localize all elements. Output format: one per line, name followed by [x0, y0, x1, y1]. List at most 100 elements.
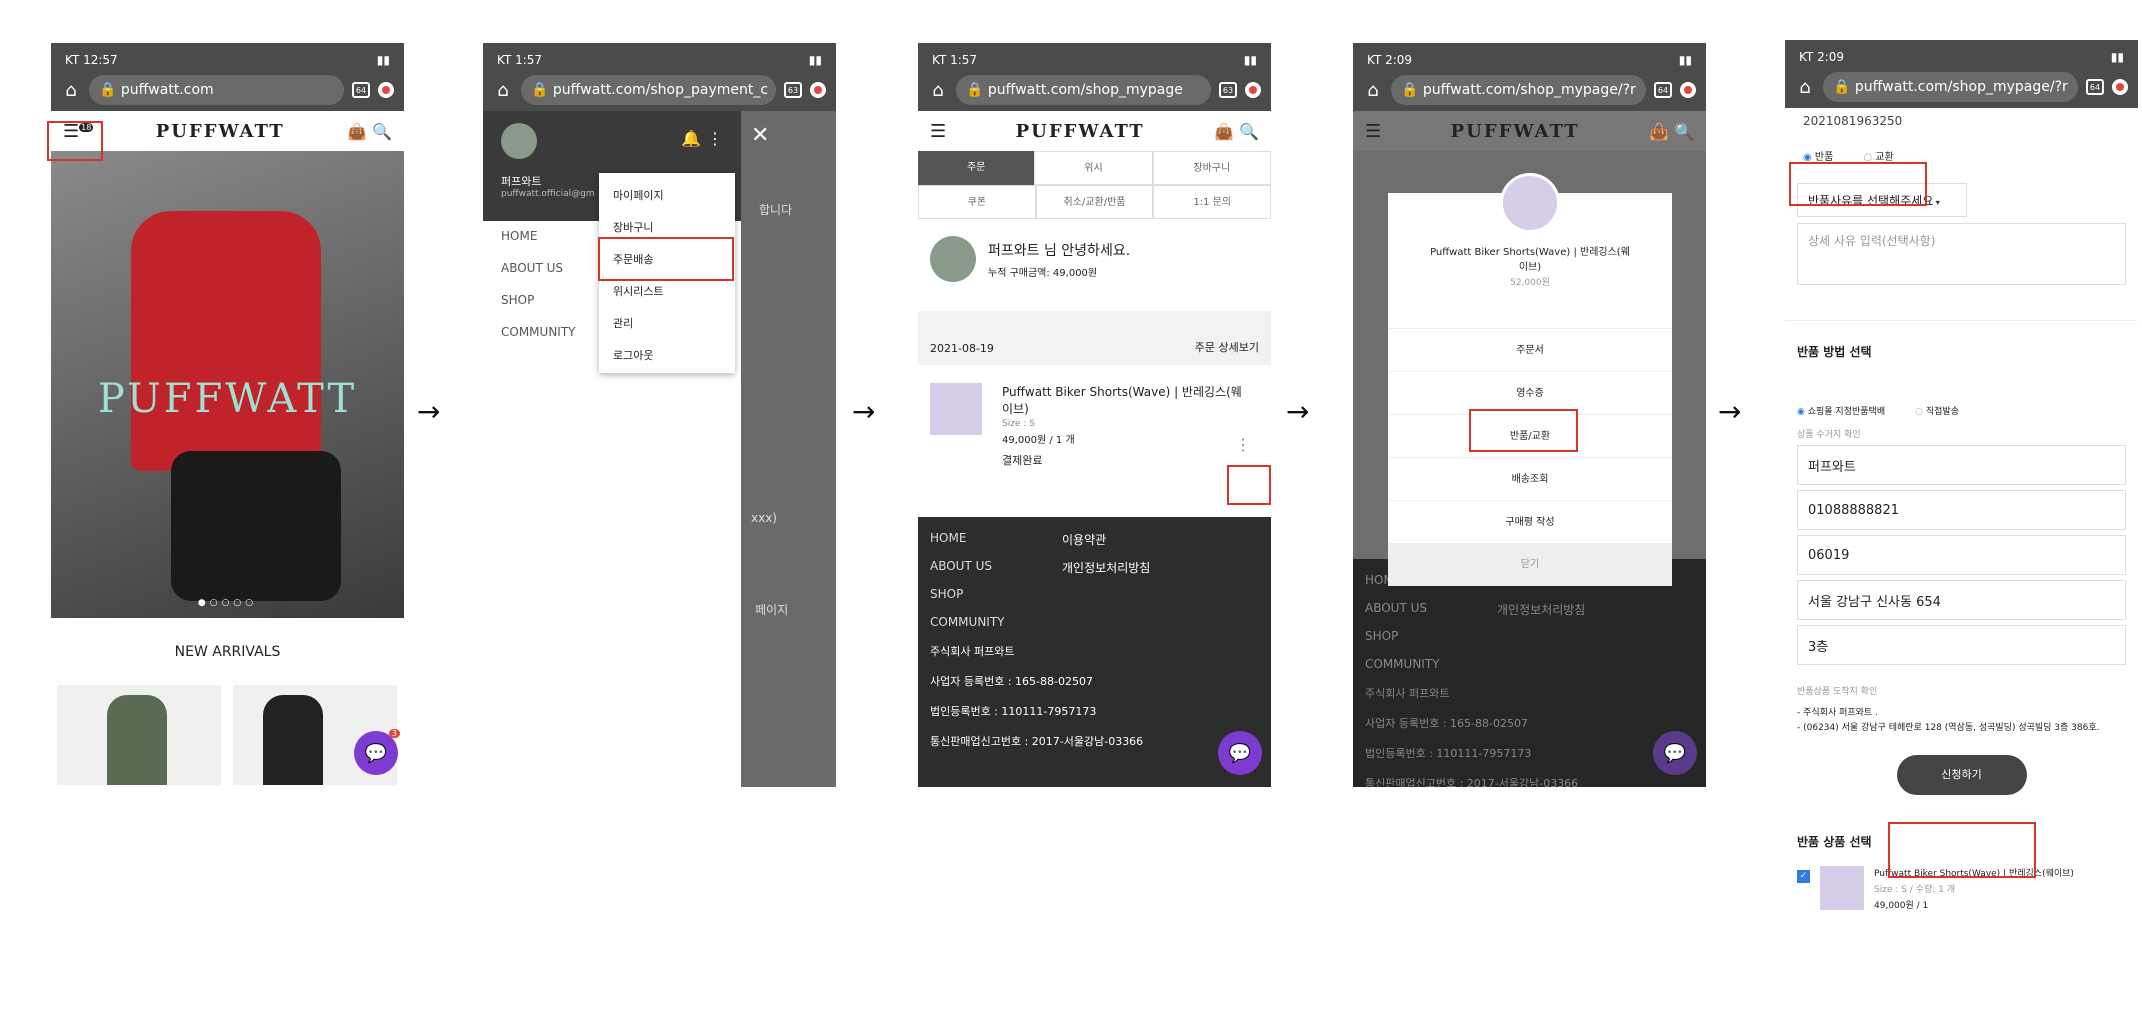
tabs-count[interactable]: 64: [1654, 82, 1672, 98]
footer-community[interactable]: COMMUNITY: [1365, 657, 1694, 671]
biz-number: 사업자 등록번호 : 165-88-02507: [1365, 717, 1528, 730]
product-thumb: [1820, 866, 1864, 910]
product-thumb[interactable]: [57, 685, 221, 785]
home-icon[interactable]: ⌂: [928, 80, 948, 101]
home-icon[interactable]: ⌂: [61, 80, 81, 101]
bag-and-search-icons[interactable]: 👜 🔍: [1649, 122, 1694, 141]
logo[interactable]: PUFFWATT: [1016, 121, 1145, 142]
destination-company: - 주식회사 퍼프와트 .: [1797, 708, 1878, 718]
pickup-phone-field[interactable]: 01088888821: [1797, 490, 2126, 530]
pickup-zip-field[interactable]: 06019: [1797, 535, 2126, 575]
tab-coupon[interactable]: 쿠폰: [918, 185, 1036, 219]
chat-button[interactable]: 💬: [1218, 731, 1262, 775]
order-detail-link[interactable]: 주문 상세보기: [1195, 339, 1259, 355]
action-order-sheet[interactable]: 주문서: [1388, 328, 1672, 371]
highlight-orders: [598, 237, 734, 281]
reason-detail-textarea[interactable]: 상세 사유 입력(선택사항): [1797, 223, 2126, 285]
flow-arrow: →: [1286, 395, 1310, 428]
flow-arrow: →: [1718, 395, 1742, 428]
url-text: puffwatt.com/shop_payment_c: [552, 82, 769, 98]
menu-mypage[interactable]: 마이페이지: [599, 179, 735, 211]
record-icon[interactable]: [378, 82, 394, 98]
modal-close-button[interactable]: 닫기: [1388, 543, 1672, 586]
record-icon[interactable]: [2112, 79, 2128, 95]
chat-button[interactable]: 💬: [1653, 731, 1697, 775]
close-icon[interactable]: ✕: [751, 123, 769, 148]
tab-cart[interactable]: 장바구니: [1152, 151, 1271, 185]
tabs-count[interactable]: 64: [352, 82, 370, 98]
tabs-count[interactable]: 64: [2086, 79, 2104, 95]
product-thumb[interactable]: [930, 383, 982, 435]
tab-cancel[interactable]: 취소/교환/반품: [1035, 185, 1154, 219]
bell-icon[interactable]: 🔔: [681, 129, 701, 148]
browser-bar: ⌂ 🔒 puffwatt.com/shop_payment_c 63: [483, 69, 836, 111]
corp-number: 법인등록번호 : 110111-7957173: [1365, 747, 1532, 760]
logo[interactable]: PUFFWATT: [156, 121, 285, 142]
menu-admin[interactable]: 관리: [599, 307, 735, 339]
record-icon[interactable]: [810, 82, 826, 98]
bag-and-search-icons[interactable]: 👜 🔍: [1214, 122, 1259, 141]
tabs-count[interactable]: 63: [784, 82, 802, 98]
menu-logout[interactable]: 로그아웃: [599, 339, 735, 371]
record-icon[interactable]: [1680, 82, 1696, 98]
footer-shop[interactable]: SHOP: [1365, 629, 1694, 643]
bg-text: xxx): [751, 511, 777, 525]
bag-and-search-icons[interactable]: 👜 🔍: [347, 122, 392, 141]
url-field[interactable]: 🔒 puffwatt.com/shop_mypage: [956, 75, 1211, 105]
product-size: Size : S: [1002, 419, 1035, 429]
site-header: ☰ 18 PUFFWATT 👜 🔍: [51, 111, 404, 151]
submit-button[interactable]: 신청하기: [1896, 755, 2027, 795]
avatar[interactable]: [501, 123, 537, 159]
footer-privacy[interactable]: 개인정보처리방침: [1062, 559, 1150, 576]
home-icon[interactable]: ⌂: [1795, 77, 1815, 98]
action-tracking[interactable]: 배송조회: [1388, 457, 1672, 500]
pickup-address-field[interactable]: 서울 강남구 신사동 654: [1797, 580, 2126, 620]
order-date-bar: 2021-08-19 주문 상세보기: [918, 311, 1271, 365]
destination-label: 반품상품 도착지 확인: [1797, 687, 1878, 697]
pickup-address-detail-field[interactable]: 3층: [1797, 625, 2126, 665]
action-review[interactable]: 구매평 작성: [1388, 500, 1672, 543]
url-field[interactable]: 🔒 puffwatt.com/shop_mypage/?r: [1823, 72, 2078, 102]
method-courier-radio[interactable]: ◉ 쇼핑몰 지정반품택배: [1797, 404, 1885, 417]
url-field[interactable]: 🔒 puffwatt.com/shop_mypage/?r: [1391, 75, 1646, 105]
home-icon[interactable]: ⌂: [1363, 80, 1383, 101]
url-field[interactable]: 🔒 puffwatt.com: [89, 75, 344, 105]
menu-icon[interactable]: ☰: [1365, 121, 1381, 142]
record-icon[interactable]: [1245, 82, 1261, 98]
tab-orders[interactable]: 주문: [918, 151, 1035, 185]
signal-icons: ▮▮: [808, 53, 822, 67]
footer-shop[interactable]: SHOP: [930, 587, 1259, 601]
action-receipt[interactable]: 영수증: [1388, 371, 1672, 414]
menu-icon[interactable]: ☰: [930, 121, 946, 142]
product-price: 52,000원: [1510, 278, 1550, 288]
logo[interactable]: PUFFWATT: [1451, 121, 1580, 142]
chat-button[interactable]: 💬 3: [354, 729, 400, 775]
site-header: ☰ PUFFWATT 👜 🔍: [1353, 111, 1706, 151]
pickup-name-field[interactable]: 퍼프와트: [1797, 445, 2126, 485]
product-thumb: [1500, 173, 1560, 233]
banner-text: PUFFWATT: [97, 376, 358, 422]
footer-community[interactable]: COMMUNITY: [930, 615, 1259, 629]
chat-badge: 3: [388, 729, 400, 738]
product-name[interactable]: Puffwatt Biker Shorts(Wave) | 반레깅스(웨이브): [1002, 383, 1252, 417]
url-field[interactable]: 🔒 puffwatt.com/shop_payment_c: [521, 75, 776, 105]
tab-wish[interactable]: 위시: [1034, 151, 1153, 185]
return-radio[interactable]: ◉ 반품: [1803, 148, 1833, 163]
return-method-radios: ◉ 쇼핑몰 지정반품택배 ○ 직접발송: [1785, 360, 2138, 427]
method-direct-radio[interactable]: ○ 직접발송: [1915, 404, 1959, 417]
status-time: KT 1:57: [932, 53, 978, 67]
hero-banner[interactable]: PUFFWATT ●○○○○: [51, 151, 404, 618]
tab-inquiry[interactable]: 1:1 문의: [1153, 185, 1271, 219]
more-icon[interactable]: ⋮: [707, 129, 723, 148]
exchange-radio[interactable]: ○ 교환: [1863, 148, 1893, 163]
carousel-dots[interactable]: ●○○○○: [51, 598, 404, 608]
tabs-count[interactable]: 63: [1219, 82, 1237, 98]
sales-number: 통신판매업신고번호 : 2017-서울강남-03366: [1365, 777, 1579, 787]
home-icon[interactable]: ⌂: [493, 80, 513, 101]
footer-privacy[interactable]: 개인정보처리방침: [1497, 601, 1585, 618]
footer-terms[interactable]: 이용약관: [1062, 531, 1106, 548]
signal-icons: ▮▮: [376, 53, 390, 67]
item-checkbox[interactable]: ✓: [1797, 870, 1810, 883]
drawer-overlay[interactable]: ✕ 합니다 xxx) 페이지: [741, 111, 836, 787]
more-icon[interactable]: ⋮: [1235, 435, 1251, 454]
